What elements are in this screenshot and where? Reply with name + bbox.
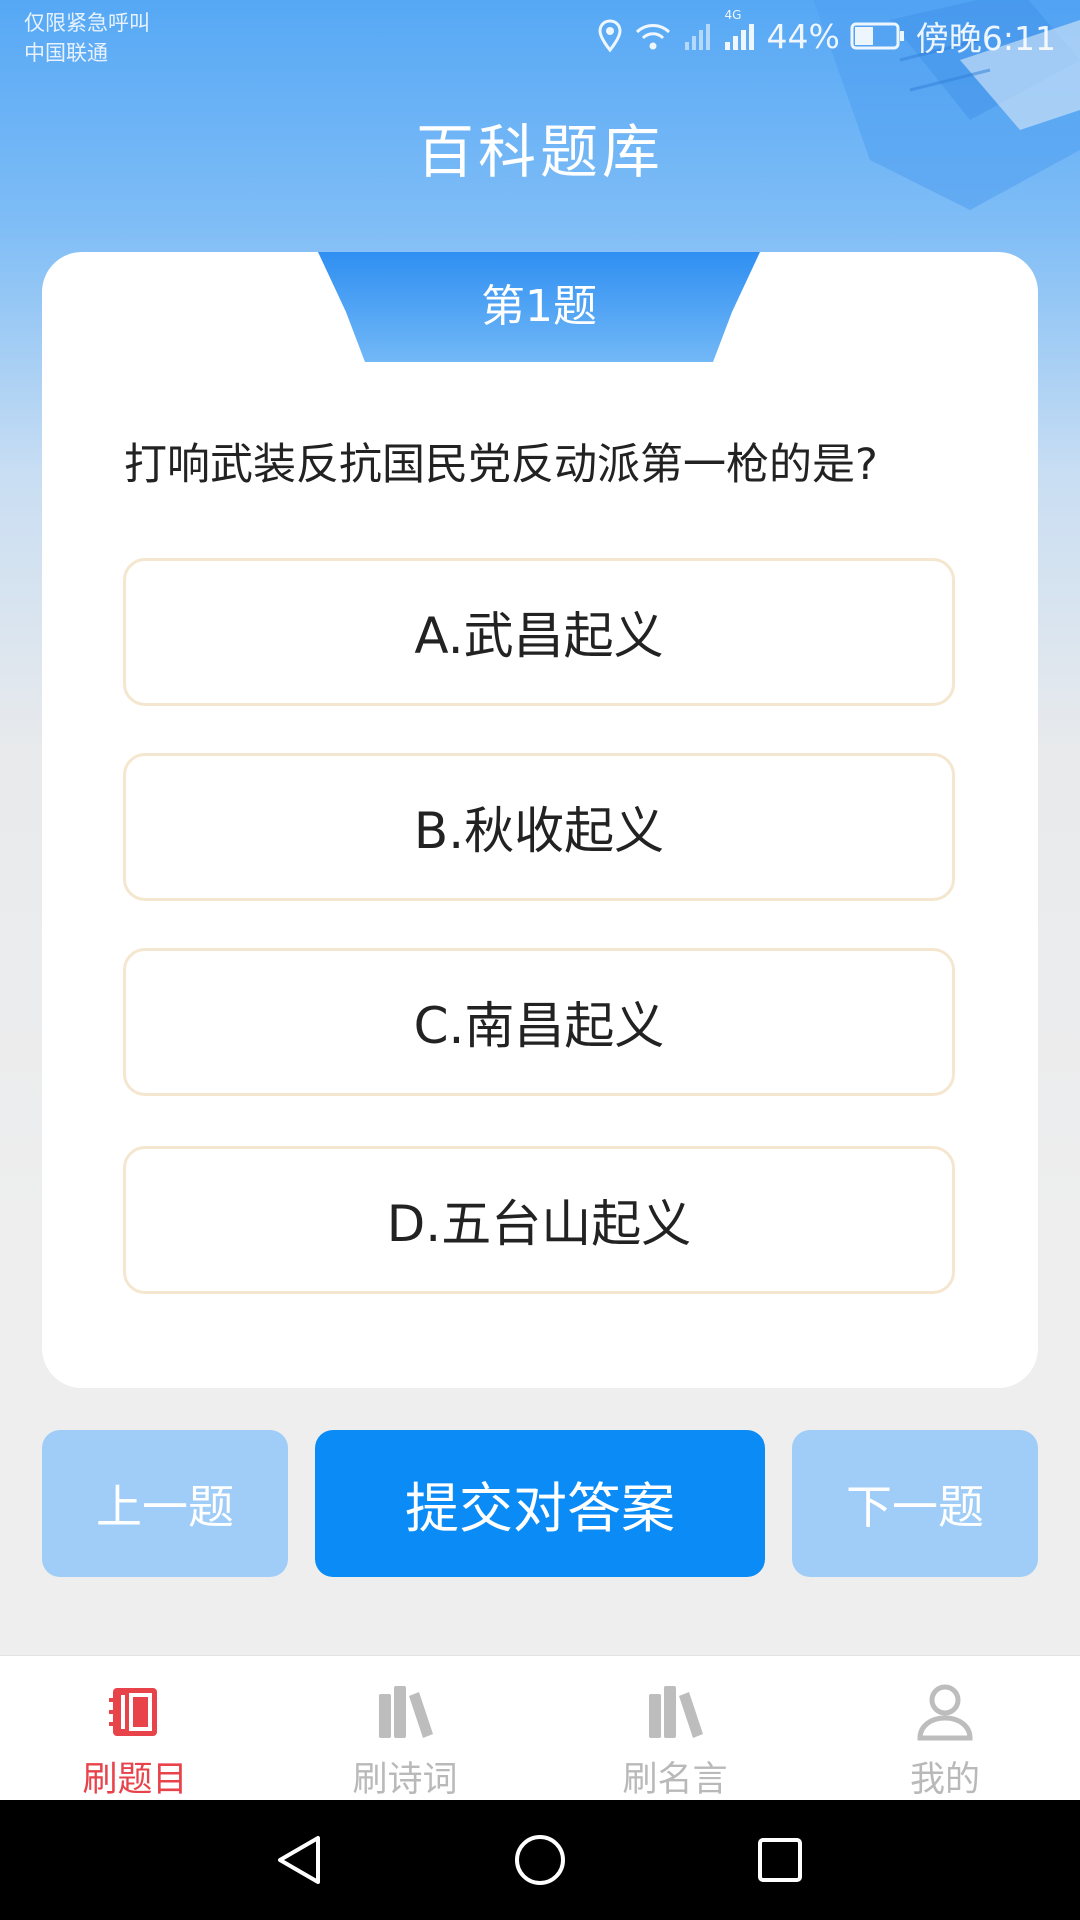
option-d[interactable]: D.五台山起义 — [123, 1146, 955, 1294]
books-icon — [645, 1682, 705, 1742]
tab-poetry[interactable]: 刷诗词 — [270, 1656, 540, 1801]
option-b[interactable]: B.秋收起义 — [123, 753, 955, 901]
notebook-icon — [105, 1682, 165, 1742]
tab-label: 刷诗词 — [352, 1760, 458, 1800]
carrier-name: 中国联通 — [24, 41, 108, 65]
prev-question-button[interactable]: 上一题 — [42, 1430, 288, 1577]
tab-questions[interactable]: 刷题目 — [0, 1656, 270, 1801]
next-question-button[interactable]: 下一题 — [792, 1430, 1038, 1577]
submit-answer-button[interactable]: 提交对答案 — [315, 1430, 765, 1577]
battery-icon — [850, 21, 906, 51]
tab-label: 我的 — [909, 1760, 980, 1800]
option-c[interactable]: C.南昌起义 — [123, 948, 955, 1096]
option-label: C.南昌起义 — [413, 997, 665, 1055]
books-icon — [375, 1682, 435, 1742]
tab-profile[interactable]: 我的 — [810, 1656, 1080, 1801]
option-label: A.武昌起义 — [414, 607, 664, 665]
wifi-icon — [633, 20, 673, 52]
option-label: B.秋收起义 — [413, 802, 665, 860]
next-question-label: 下一题 — [846, 1479, 984, 1534]
tab-quotes[interactable]: 刷名言 — [540, 1656, 810, 1801]
clock: 傍晚6:11 — [915, 19, 1056, 58]
user-icon — [915, 1682, 975, 1742]
battery-percent: 44% — [766, 16, 840, 56]
network-type: 4G — [724, 8, 742, 22]
recent-apps-icon[interactable] — [752, 1832, 808, 1888]
signal-icon — [683, 20, 713, 52]
option-a[interactable]: A.武昌起义 — [123, 558, 955, 706]
page-title: 百科题库 — [415, 118, 664, 186]
carrier-emergency-text: 仅限紧急呼叫 — [24, 11, 150, 35]
status-bar: 仅限紧急呼叫 中国联通 4G 44% 傍晚6:11 — [0, 0, 1080, 80]
carrier-info: 仅限紧急呼叫 中国联通 — [24, 8, 150, 68]
status-icons: 4G 44% 傍晚6:11 — [597, 8, 1056, 58]
tab-label: 刷名言 — [622, 1760, 728, 1800]
question-number: 第1题 — [481, 281, 597, 332]
question-text: 打响武装反抗国民党反动派第一枪的是? — [124, 440, 878, 490]
home-icon[interactable] — [512, 1832, 568, 1888]
system-navigation-bar — [0, 1800, 1080, 1920]
back-icon[interactable] — [272, 1832, 328, 1888]
option-label: D.五台山起义 — [386, 1195, 692, 1253]
prev-question-label: 上一题 — [96, 1479, 234, 1534]
tab-label: 刷题目 — [82, 1760, 188, 1800]
signal-4g-icon: 4G — [723, 8, 757, 52]
location-icon — [597, 19, 623, 53]
submit-answer-label: 提交对答案 — [405, 1477, 675, 1540]
bottom-tab-bar: 刷题目 刷诗词 刷名言 我的 — [0, 1655, 1080, 1801]
